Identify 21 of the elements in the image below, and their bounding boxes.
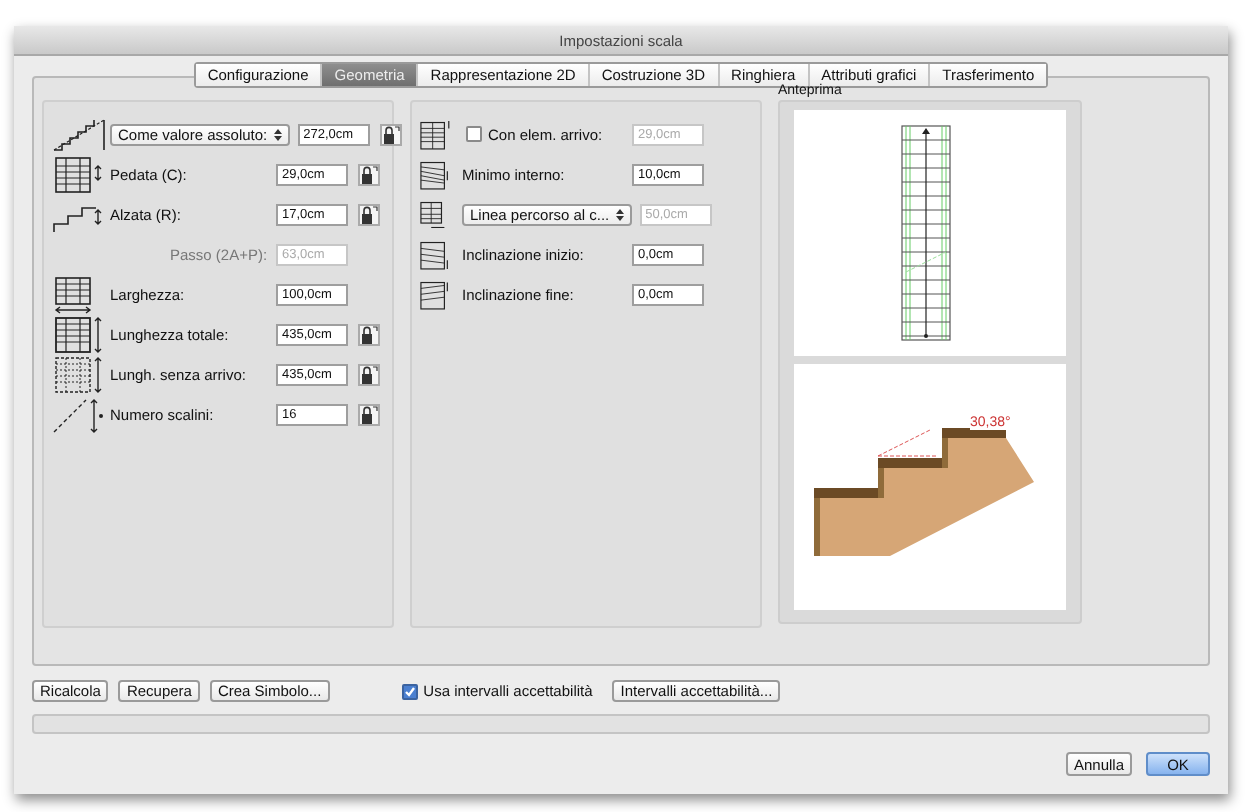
stair-riser-icon — [53, 206, 102, 232]
stair-slope-icon — [53, 118, 105, 150]
lock-icon[interactable] — [358, 323, 380, 345]
lock-icon[interactable] — [358, 203, 380, 225]
stair-run-icon — [55, 356, 102, 392]
stair-width-icon — [54, 276, 92, 313]
lock-icon[interactable] — [379, 123, 402, 145]
stair-tread-icon — [55, 156, 102, 192]
lock-icon[interactable] — [358, 363, 380, 385]
stair-walkline-icon — [420, 200, 445, 227]
stair-start-incline-icon — [420, 240, 448, 269]
stair-winder-icon — [420, 160, 448, 189]
stair-steps-icon — [53, 398, 103, 432]
stepper-arrows-icon — [615, 207, 624, 221]
stair-landing-icon — [420, 119, 450, 149]
stair-end-incline-icon — [420, 280, 448, 309]
checkbox[interactable] — [401, 683, 418, 699]
lock-icon[interactable] — [358, 403, 380, 425]
stepper-arrows-icon — [273, 127, 282, 141]
stair-length-icon — [55, 316, 102, 352]
lock-icon[interactable] — [358, 163, 380, 185]
